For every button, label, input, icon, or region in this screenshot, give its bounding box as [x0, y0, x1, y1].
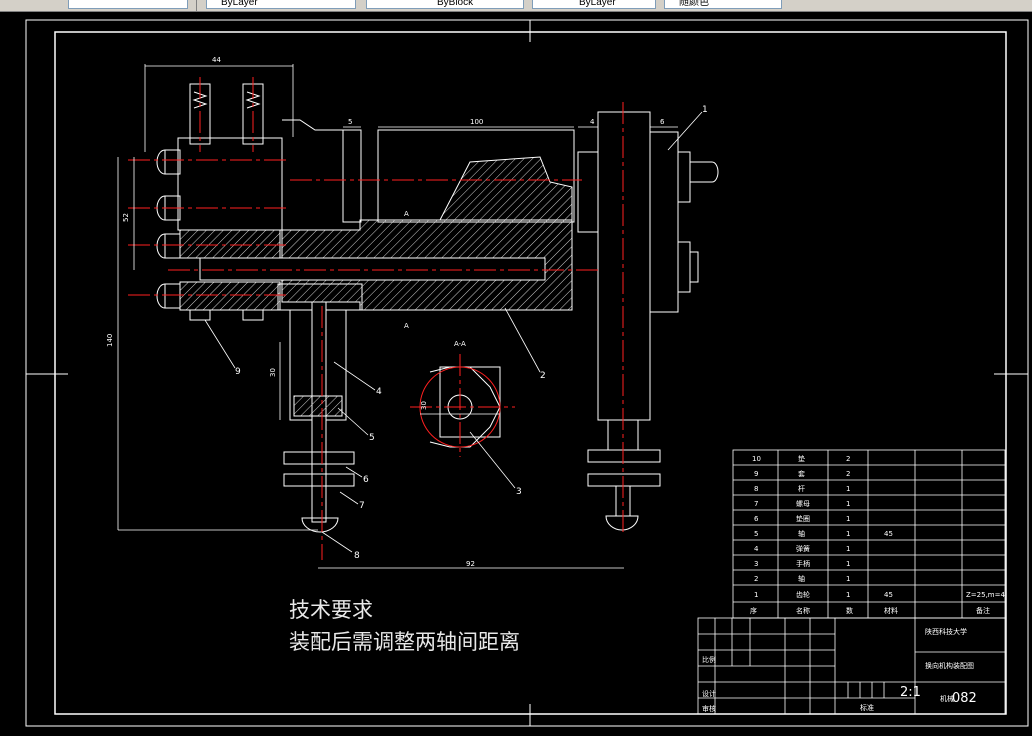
- tech-requirements-heading: 技术要求: [289, 598, 373, 622]
- title-drawing-no: 082: [952, 691, 977, 706]
- tech-requirements-line1: 装配后需调整两轴间距离: [289, 630, 520, 654]
- title-design-label: 设计: [702, 689, 716, 698]
- balloon-3: 3: [516, 487, 522, 497]
- parts-name: 轴: [798, 574, 805, 583]
- balloon-1: 1: [702, 105, 708, 115]
- parts-mat: 45: [884, 591, 893, 599]
- balloon-2: 2: [540, 371, 546, 381]
- parts-no: 9: [754, 470, 758, 478]
- lineweight-dropdown[interactable]: ByLayer: [532, 0, 656, 9]
- main-assembly-view: [156, 83, 719, 533]
- parts-qty: 1: [846, 545, 850, 553]
- title-check-label: 审核: [702, 704, 716, 713]
- parts-name: 轴: [798, 529, 805, 538]
- parts-name: 垫圈: [796, 514, 810, 523]
- toolbar-separator: [196, 0, 197, 11]
- parts-qty: 1: [846, 530, 850, 538]
- balloon-9: 9: [235, 367, 241, 377]
- parts-name: 螺母: [796, 499, 810, 508]
- balloon-6: 6: [363, 475, 369, 485]
- parts-no: 6: [754, 515, 759, 523]
- dim-6: 6: [660, 118, 665, 126]
- dim-4: 4: [590, 118, 595, 126]
- drawing-frame: [54, 31, 1007, 715]
- section-label-aa: A-A: [454, 340, 466, 348]
- parts-no: 4: [754, 545, 759, 553]
- parts-name: 弹簧: [796, 544, 810, 553]
- gear-spec: Z=25,m=4: [966, 591, 1005, 599]
- parts-header-qty: 数: [846, 606, 853, 615]
- layer-dropdown[interactable]: [68, 0, 188, 9]
- parts-no: 7: [754, 500, 758, 508]
- title-ratio-label: 比例: [702, 655, 716, 664]
- parts-header-no: 序: [750, 606, 757, 615]
- parts-no: 8: [754, 485, 758, 493]
- dimension-lines: [117, 64, 678, 569]
- section-marker-a: A: [404, 322, 409, 330]
- parts-name: 杆: [798, 484, 805, 493]
- parts-name: 手柄: [796, 559, 810, 568]
- dim-5: 5: [348, 118, 352, 126]
- parts-qty: 1: [846, 591, 850, 599]
- parts-no: 5: [754, 530, 758, 538]
- title-std-label: 标准: [860, 703, 874, 712]
- parts-qty: 2: [846, 455, 850, 463]
- parts-header-note: 备注: [976, 606, 990, 615]
- section-marker-a2: A: [404, 210, 409, 218]
- parts-mat: 45: [884, 530, 893, 538]
- title-scale: 2:1: [900, 685, 921, 700]
- dim-100: 100: [470, 118, 483, 126]
- parts-list: [732, 449, 1006, 619]
- dim-30: 30: [269, 368, 277, 377]
- parts-list-text: 10 垫 2 9 套 2 8 杆 1 7 螺母 1 6 垫圈 1 5 轴 1 4…: [750, 454, 1005, 615]
- dim-92: 92: [466, 560, 475, 568]
- parts-no: 1: [754, 591, 758, 599]
- parts-qty: 1: [846, 485, 850, 493]
- parts-qty: 1: [846, 500, 850, 508]
- parts-no: 10: [752, 455, 761, 463]
- parts-qty: 1: [846, 560, 850, 568]
- balloon-7: 7: [359, 501, 365, 511]
- balloon-8: 8: [354, 551, 360, 561]
- parts-qty: 2: [846, 470, 850, 478]
- properties-toolbar: ByLayer ByBlock ByLayer 随颜色: [0, 0, 1032, 12]
- dim-30b: 30: [420, 401, 428, 410]
- dim-140: 140: [106, 334, 114, 347]
- title-drawing-name: 换向机构装配图: [925, 661, 974, 670]
- plotstyle-dropdown[interactable]: 随颜色: [664, 0, 782, 9]
- parts-name: 套: [798, 469, 805, 478]
- parts-name: 垫: [798, 454, 805, 463]
- parts-no: 3: [754, 560, 758, 568]
- parts-header-name: 名称: [796, 606, 810, 615]
- linetype-dropdown[interactable]: ByBlock: [366, 0, 524, 9]
- title-school: 陕西科技大学: [925, 627, 967, 636]
- dim-44: 44: [212, 56, 221, 64]
- balloon-5: 5: [369, 433, 375, 443]
- parts-name: 齿轮: [796, 590, 810, 599]
- parts-qty: 1: [846, 575, 850, 583]
- balloon-4: 4: [376, 387, 382, 397]
- dim-52: 52: [122, 213, 130, 222]
- sheet-border: [25, 19, 1029, 727]
- parts-header-mat: 材料: [884, 606, 898, 615]
- center-lines: [128, 77, 624, 560]
- parts-qty: 1: [846, 515, 850, 523]
- linetype-color-dropdown[interactable]: ByLayer: [206, 0, 356, 9]
- parts-no: 2: [754, 575, 758, 583]
